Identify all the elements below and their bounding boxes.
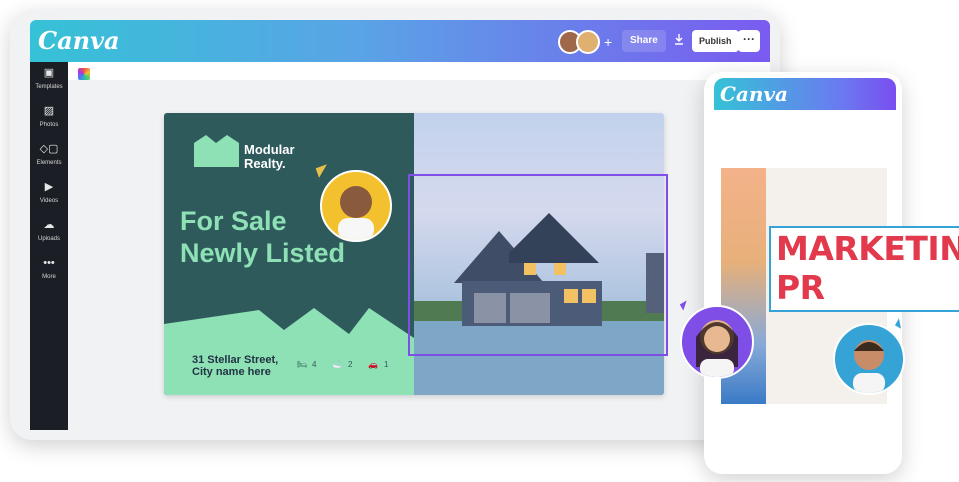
canva-logo[interactable]: Canva [38, 26, 120, 55]
address-line: City name here [192, 366, 271, 378]
car-count: 1 [384, 360, 389, 369]
sidebar-item-label: Templates [35, 84, 63, 90]
sidebar-item-label: Videos [39, 198, 59, 204]
avatar[interactable] [576, 30, 600, 54]
sidebar-item-videos[interactable]: ▶ Videos [30, 176, 68, 214]
sidebar-item-label: More [42, 274, 56, 280]
publish-button[interactable]: Publish [692, 30, 739, 52]
sidebar-item-elements[interactable]: ◇▢ Elements [30, 138, 68, 176]
collaborator-avatar [680, 305, 754, 379]
marketing-heading: MARKETING PR [776, 229, 959, 307]
editor-toolstrip [68, 62, 770, 80]
address-line: 31 Stellar Street, [192, 354, 279, 366]
videos-icon: ▶ [44, 181, 54, 193]
templates-icon: ▣ [43, 67, 55, 79]
collaborator-avatars[interactable]: + [558, 30, 612, 54]
download-icon[interactable] [668, 30, 690, 52]
brand-name: Modular Realty. [244, 143, 295, 171]
canva-logo[interactable]: Canva [720, 82, 788, 106]
bath-count: 2 [348, 360, 353, 369]
sidebar-item-label: Elements [36, 160, 62, 166]
brand-line: Realty. [244, 156, 286, 171]
elements-icon: ◇▢ [39, 143, 59, 155]
uploads-icon: ☁ [43, 219, 55, 231]
bath-icon: 🛁 [332, 360, 342, 369]
address: 31 Stellar Street, City name here [192, 354, 278, 378]
collaborator-avatar [320, 170, 392, 242]
sidebar-item-uploads[interactable]: ☁ Uploads [30, 214, 68, 252]
editor-header: Canva + Share Publish ··· [30, 20, 770, 62]
phone-header: Canva [714, 78, 896, 110]
sidebar-item-templates[interactable]: ▣ Templates [30, 62, 68, 100]
mint-mountain-shape [164, 308, 414, 395]
headline-line: For Sale [180, 206, 287, 236]
collaborator-avatar [833, 323, 905, 395]
selection-box[interactable] [408, 174, 668, 356]
brand-line: Modular [244, 142, 295, 157]
photos-icon: ▨ [43, 105, 55, 117]
add-collaborator-icon[interactable]: + [604, 34, 612, 50]
sidebar-item-label: Photos [39, 122, 59, 128]
bed-count: 4 [312, 360, 317, 369]
bed-icon: 🛏 [297, 360, 308, 369]
marketing-line: MARKETING [776, 229, 959, 268]
sidebar-item-label: Uploads [37, 236, 60, 242]
design-left-panel: Modular Realty. For Sale Newly Listed 31… [164, 113, 414, 395]
more-options-button[interactable]: ··· [738, 30, 760, 52]
sidebar-item-more[interactable]: ••• More [30, 252, 68, 290]
car-icon: 🚗 [368, 360, 378, 369]
editor-sidebar: ▣ Templates ▨ Photos ◇▢ Elements ▶ Video… [30, 62, 68, 430]
share-button[interactable]: Share [622, 30, 666, 52]
realty-logo-icon [194, 135, 239, 167]
marketing-line: PR [776, 268, 825, 307]
more-icon: ••• [43, 257, 55, 269]
sidebar-item-photos[interactable]: ▨ Photos [30, 100, 68, 138]
color-picker-button[interactable] [78, 68, 90, 80]
headline-line: Newly Listed [180, 238, 346, 268]
